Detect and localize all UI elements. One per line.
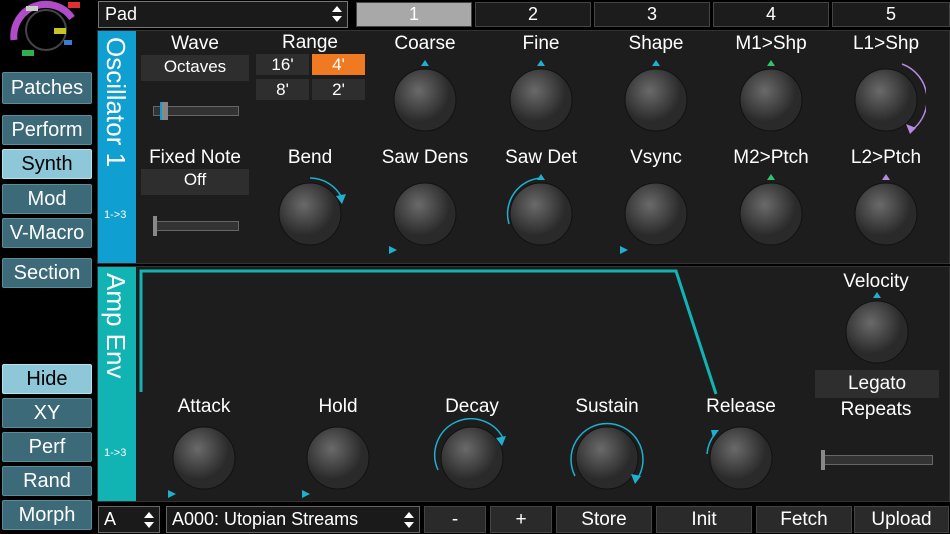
shape-label: Shape [628,33,684,54]
wave-value[interactable]: Octaves [141,55,249,81]
repeats-slider-thumb[interactable] [821,450,825,470]
legato-value[interactable]: Legato [815,370,939,398]
l2-ptch-label: L2>Ptch [850,147,922,168]
amp-env-routing: 1->3 [104,447,127,459]
range-option-3[interactable]: 2' [312,79,365,100]
l2-ptch-knob[interactable] [846,174,926,254]
sidebar-patches-button[interactable]: Patches [2,72,92,104]
attack-knob[interactable] [164,418,244,498]
patch-name: A000: Utopian Streams [172,509,359,529]
range-option-0[interactable]: 16' [256,54,309,75]
sidebar-mod-button[interactable]: Mod [2,184,92,214]
vsync-knob[interactable] [616,174,696,254]
repeats-slider[interactable] [821,455,933,465]
patch-category-select[interactable]: Pad [98,1,348,28]
sidebar-xy-button[interactable]: XY [2,398,92,428]
velocity-label: Velocity [843,271,909,292]
l1-shp-knob[interactable] [846,60,926,140]
oscillator-routing: 1->3 [104,209,127,221]
range-option-1[interactable]: 4' [312,54,365,75]
sidebar-v-macro-button[interactable]: V-Macro [2,218,92,248]
minus-button[interactable]: - [424,506,486,533]
release-knob[interactable] [701,418,781,498]
bank-select[interactable]: A [98,506,160,533]
amp-env-strip: Amp Env 1->3 [98,267,136,501]
fixed-note-slider[interactable] [153,221,239,231]
decay-label: Decay [445,396,499,417]
init-button[interactable]: Init [656,506,752,533]
tab-4[interactable]: 4 [713,2,829,27]
bank-value: A [104,509,117,529]
updown-arrows-icon [144,512,154,528]
saw-dens-label: Saw Dens [381,147,469,168]
oscillator-strip: Oscillator 1 1->3 [98,31,136,263]
fetch-button[interactable]: Fetch [756,506,852,533]
repeats-label: Repeats [840,399,912,420]
saw-det-knob[interactable] [501,174,581,254]
patch-category-value: Pad [105,4,138,24]
fine-knob[interactable] [501,60,581,140]
hold-knob[interactable] [298,418,378,498]
store-button[interactable]: Store [556,506,652,533]
tab-2[interactable]: 2 [475,2,591,27]
tab-5[interactable]: 5 [832,2,950,27]
fixed-note-value[interactable]: Off [141,169,249,195]
m1-shp-knob[interactable] [731,60,811,140]
wave-slider-thumb[interactable] [160,102,168,120]
bend-knob[interactable] [270,174,350,254]
range-option-2[interactable]: 8' [256,79,309,100]
l1-shp-label: L1>Shp [852,33,920,54]
velocity-knob[interactable] [837,292,917,372]
m1-shp-label: M1>Shp [735,33,807,54]
sidebar-rand-button[interactable]: Rand [2,466,92,496]
fixed-note-label: Fixed Note [149,147,241,168]
decay-knob[interactable] [432,418,512,498]
sustain-label: Sustain [575,396,639,417]
saw-det-label: Saw Det [505,147,577,168]
updown-arrows-icon [404,512,414,528]
hold-label: Hold [318,396,358,417]
saw-dens-knob[interactable] [385,174,465,254]
plus-button[interactable]: + [490,506,552,533]
release-label: Release [706,396,776,417]
sidebar-hide-button[interactable]: Hide [2,364,92,394]
sustain-knob[interactable] [567,418,647,498]
tab-3[interactable]: 3 [594,2,710,27]
patch-select[interactable]: A000: Utopian Streams [166,506,420,533]
m2-ptch-label: M2>Ptch [733,147,809,168]
sidebar-morph-button[interactable]: Morph [2,500,92,530]
coarse-knob[interactable] [385,60,465,140]
sidebar-section-button[interactable]: Section [2,258,92,288]
fine-label: Fine [522,33,560,54]
wave-label: Wave [171,33,219,54]
envelope-shape-graph [139,269,718,395]
range-label: Range [282,32,338,53]
attack-label: Attack [177,396,231,417]
app-logo [2,0,90,66]
shape-knob[interactable] [616,60,696,140]
tab-1[interactable]: 1 [356,2,472,27]
sidebar-synth-button[interactable]: Synth [2,149,92,179]
vsync-label: Vsync [630,147,682,168]
sidebar-perf-button[interactable]: Perf [2,432,92,462]
coarse-label: Coarse [394,33,456,54]
oscillator-title: Oscillator 1 [101,37,131,168]
updown-arrows-icon [332,6,342,22]
upload-button[interactable]: Upload [854,506,949,533]
amp-env-title: Amp Env [101,273,131,379]
fixed-note-slider-thumb[interactable] [153,216,157,236]
bend-label: Bend [287,147,333,168]
m2-ptch-knob[interactable] [731,174,811,254]
sidebar-perform-button[interactable]: Perform [2,115,92,145]
